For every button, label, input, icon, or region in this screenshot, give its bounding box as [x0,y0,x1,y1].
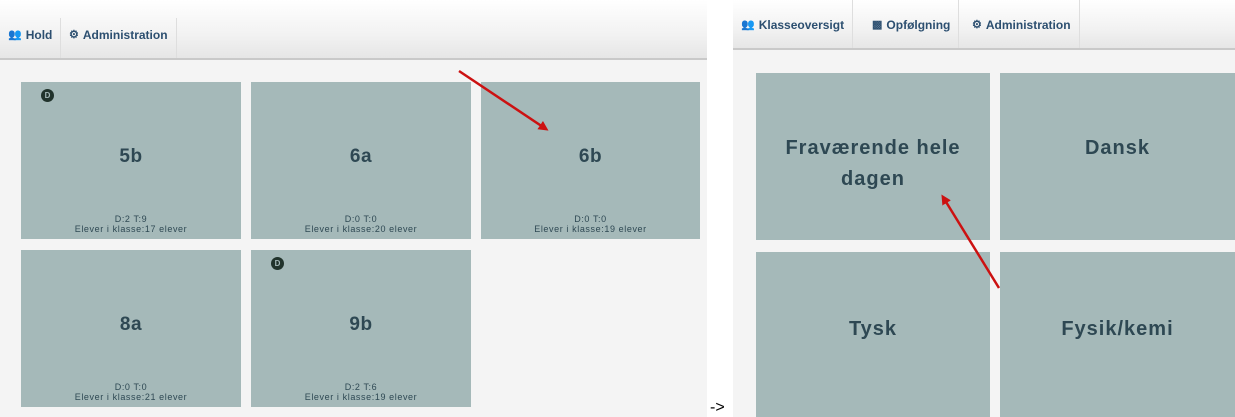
subject-name: Fysik/kemi [1061,318,1174,340]
users-icon: 👥 [741,19,755,31]
class-tile-6a[interactable]: 6a D:0 T:0 Elever i klasse:20 elever [251,82,471,239]
class-stats: D:2 T:9 Elever i klasse:17 elever [21,214,241,234]
class-name: 5b [119,146,143,167]
nav-administration-label: Administration [82,28,168,42]
nav-opfolgning-label: Opfølgning [886,18,951,32]
transition-arrow-label: -> [710,399,725,416]
nav-hold-label: Hold [25,28,53,42]
class-tile-8a[interactable]: 8a D:0 T:0 Elever i klasse:21 elever [21,250,241,407]
class-students: Elever i klasse:19 elever [304,392,418,402]
gear-icon: ⚙ [972,19,982,31]
class-stats: D:0 T:0 Elever i klasse:19 elever [481,214,700,234]
class-students: Elever i klasse:20 elever [304,224,418,234]
class-name: 6b [578,146,603,167]
top-navbar: 👥 Klasseoversigt ▩ Opfølgning ⚙ Administ… [733,0,1235,50]
d-badge: D [271,257,284,270]
d-badge: D [41,89,54,102]
subject-name-line: Fraværende hele [785,137,961,159]
subject-tile-fravaerende[interactable]: Fraværende hele dagen [756,73,990,240]
subject-tile-fysik-kemi[interactable]: Fysik/kemi [1000,252,1235,417]
subject-tile-tysk[interactable]: Tysk [756,252,990,417]
subject-name: Fraværende hele dagen [756,133,990,195]
class-name: 8a [119,314,143,335]
class-students: Elever i klasse:19 elever [534,224,647,234]
nav-klasseoversigt-label: Klasseoversigt [758,18,845,32]
bar-chart-icon: ▩ [872,19,883,31]
class-students: Elever i klasse:17 elever [74,224,188,234]
subject-name: Dansk [1084,137,1151,159]
subject-tile-dansk[interactable]: Dansk [1000,73,1235,240]
class-stats: D:0 T:0 Elever i klasse:21 elever [21,382,241,402]
class-tile-9b[interactable]: D 9b D:2 T:6 Elever i klasse:19 elever [251,250,471,407]
gear-icon: ⚙ [69,29,79,41]
class-name: 9b [349,314,373,335]
class-dt: D:2 T:6 [344,382,378,392]
nav-administration[interactable]: ⚙ Administration [61,18,177,58]
class-tile-5b[interactable]: D 5b D:2 T:9 Elever i klasse:17 elever [21,82,241,239]
users-icon: 👥 [8,29,22,41]
nav-hold[interactable]: 👥 Hold [0,18,62,58]
nav-administration[interactable]: ⚙ Administration [964,0,1080,48]
class-dt: D:0 T:0 [114,382,148,392]
nav-opfolgning[interactable]: ▩ Opfølgning [864,0,960,48]
class-students: Elever i klasse:21 elever [74,392,188,402]
class-dt: D:2 T:9 [114,214,148,224]
nav-administration-label: Administration [985,18,1071,32]
class-dt: D:0 T:0 [344,214,378,224]
subject-name: Tysk [848,318,898,340]
right-screenshot: 👥 Klasseoversigt ▩ Opfølgning ⚙ Administ… [733,0,1235,417]
class-stats: D:2 T:6 Elever i klasse:19 elever [251,382,471,402]
class-dt: D:0 T:0 [574,214,607,224]
class-tile-6b[interactable]: 6b D:0 T:0 Elever i klasse:19 elever [481,82,700,239]
class-name: 6a [349,146,373,167]
nav-klasseoversigt[interactable]: 👥 Klasseoversigt [733,0,854,48]
left-screenshot: 👥 Hold ⚙ Administration D 5b D:2 T:9 Ele… [0,0,707,417]
top-navbar: 👥 Hold ⚙ Administration [0,0,707,60]
class-stats: D:0 T:0 Elever i klasse:20 elever [251,214,471,234]
subject-name-line: dagen [841,168,905,190]
